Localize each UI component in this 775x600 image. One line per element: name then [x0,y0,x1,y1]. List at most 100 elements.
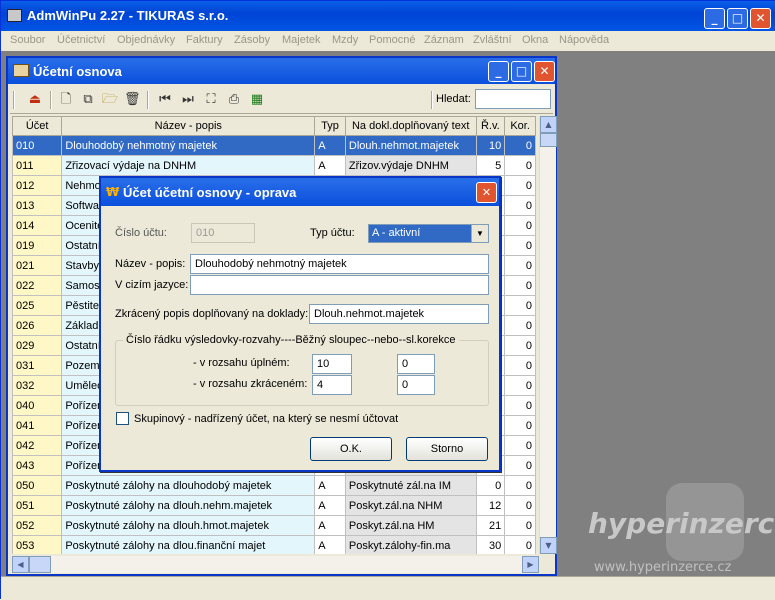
first-record-icon[interactable]: ⏮ [157,92,173,108]
menu-faktury[interactable]: Faktury [186,34,223,46]
excel-export-icon[interactable]: ▦ [249,92,265,108]
uplny-korekce-field[interactable]: 0 [397,354,435,374]
scroll-down-icon[interactable]: ▼ [540,537,557,554]
storno-button[interactable]: Storno [406,437,488,461]
table-cell[interactable]: Poskytnuté zálohy na dlouh.nehm.majetek [61,495,316,516]
last-record-icon[interactable]: ⏭ [180,92,196,108]
table-cell[interactable]: 0 [504,335,536,356]
app-titlebar[interactable]: AdmWinPu 2.27 - TIKURAS s.r.o. _ □ ✕ [1,1,775,31]
table-cell[interactable]: 053 [12,535,63,554]
table-cell[interactable]: A [314,135,346,156]
table-cell[interactable]: 5 [475,155,506,176]
dialog-titlebar[interactable]: ₩ Účet účetní osnovy - oprava ✕ [101,178,499,206]
close-button[interactable]: ✕ [750,8,771,29]
scroll-up-icon[interactable]: ▲ [540,116,557,133]
table-cell[interactable]: Poskytnuté zál.na IM [344,475,477,496]
col-rv[interactable]: Ř.v. [475,116,506,136]
menu-zasoby[interactable]: Zásoby [234,34,270,46]
zkraceny-popis-field[interactable]: Dlouh.nehmot.majetek [309,304,489,324]
table-cell[interactable]: 051 [12,495,63,516]
menu-soubor[interactable]: Soubor [10,34,45,46]
table-cell[interactable]: 010 [12,135,63,156]
filter-icon[interactable]: ⛶ [203,92,219,108]
copy-icon[interactable]: ⧉ [80,92,96,108]
zkraceny-korekce-field[interactable]: 0 [397,375,435,395]
scroll-thumb[interactable] [540,133,557,147]
menu-okna[interactable]: Okna [522,34,548,46]
table-cell[interactable]: 0 [504,435,536,456]
table-cell[interactable]: 0 [504,135,536,156]
menu-majetek[interactable]: Majetek [282,34,321,46]
search-input[interactable] [475,89,551,109]
table-row[interactable]: 010 Dlouhodobý nehmotný majetek A Dlouh.neh… [12,135,536,156]
table-row[interactable]: 051 Poskytnuté zálohy na dlouh.nehm.majet… [12,495,536,516]
table-cell[interactable]: 052 [12,515,63,536]
table-cell[interactable]: 0 [504,395,536,416]
new-icon[interactable]: 🗋 [58,92,74,108]
table-cell[interactable]: Poskyt.zál.na NHM [344,495,477,516]
table-cell[interactable]: 0 [504,235,536,256]
table-cell[interactable]: 013 [12,195,63,216]
table-cell[interactable]: 0 [504,495,536,516]
vertical-scrollbar[interactable]: ▲ ▼ [539,116,557,554]
table-cell[interactable]: 12 [475,495,506,516]
table-cell[interactable]: Zřizov.výdaje DNHM [344,155,477,176]
table-cell[interactable]: 0 [475,475,506,496]
table-cell[interactable]: 041 [12,415,63,436]
table-cell[interactable]: 0 [504,155,536,176]
table-cell[interactable]: 0 [504,255,536,276]
table-row[interactable]: 053 Poskytnuté zálohy na dlou.finanční ma… [12,535,536,554]
col-typ[interactable]: Typ [314,116,346,136]
table-cell[interactable]: 042 [12,435,63,456]
scroll-left-icon[interactable]: ◀ [12,556,29,573]
table-cell[interactable]: 021 [12,255,63,276]
table-cell[interactable]: 011 [12,155,63,176]
table-cell[interactable]: Poskytnuté zálohy na dlouhodobý majetek [61,475,316,496]
col-kor[interactable]: Kor. [504,116,536,136]
table-cell[interactable]: 0 [504,275,536,296]
table-cell[interactable]: 031 [12,355,63,376]
table-cell[interactable]: A [314,495,346,516]
table-cell[interactable]: 0 [504,295,536,316]
zkraceny-radek-field[interactable]: 4 [312,375,352,395]
table-cell[interactable]: Poskyt.zálohy-fin.ma [344,535,477,554]
col-ucet[interactable]: Účet [12,116,63,136]
table-cell[interactable]: Dlouhodobý nehmotný majetek [61,135,316,156]
menu-ucetnictvi[interactable]: Účetnictví [57,34,105,46]
delete-icon[interactable]: 🗑 [124,92,141,108]
hscroll-thumb[interactable] [29,556,51,573]
col-text[interactable]: Na dokl.doplňovaný text [344,116,477,136]
menu-napoveda[interactable]: Nápověda [559,34,609,46]
child-close-button[interactable]: ✕ [534,61,555,82]
table-row[interactable]: 050 Poskytnuté zálohy na dlouhodobý majet… [12,475,536,496]
dialog-close-button[interactable]: ✕ [476,182,497,203]
table-cell[interactable]: 21 [475,515,506,536]
cizi-jazyk-field[interactable] [190,275,489,295]
table-cell[interactable]: 026 [12,315,63,336]
maximize-button[interactable]: □ [727,8,748,29]
ok-button[interactable]: O.K. [310,437,392,461]
menu-pomocne[interactable]: Pomocné [369,34,415,46]
table-cell[interactable]: 0 [504,415,536,436]
table-row[interactable]: 011 Zřizovací výdaje na DNHM A Zřizov.výdaj… [12,155,536,176]
table-cell[interactable]: A [314,535,346,554]
menu-zaznam[interactable]: Záznam [424,34,464,46]
child-minimize-button[interactable]: _ [488,61,509,82]
menu-zvlastni[interactable]: Zvláštní [473,34,512,46]
table-cell[interactable]: Poskytnuté zálohy na dlou.finanční majet [61,535,316,554]
table-cell[interactable]: Zřizovací výdaje na DNHM [61,155,316,176]
table-cell[interactable]: A [314,475,346,496]
uplny-radek-field[interactable]: 10 [312,354,352,374]
table-cell[interactable]: 0 [504,535,536,554]
table-cell[interactable]: 30 [475,535,506,554]
table-cell[interactable]: 014 [12,215,63,236]
table-cell[interactable]: 0 [504,315,536,336]
table-cell[interactable]: A [314,515,346,536]
table-row[interactable]: 052 Poskytnuté zálohy na dlouh.hmot.majet… [12,515,536,536]
table-cell[interactable]: 0 [504,475,536,496]
table-cell[interactable]: 10 [475,135,506,156]
nazev-field[interactable]: Dlouhodobý nehmotný majetek [190,254,489,274]
table-cell[interactable]: 050 [12,475,63,496]
scroll-right-icon[interactable]: ▶ [522,556,539,573]
table-cell[interactable]: 032 [12,375,63,396]
